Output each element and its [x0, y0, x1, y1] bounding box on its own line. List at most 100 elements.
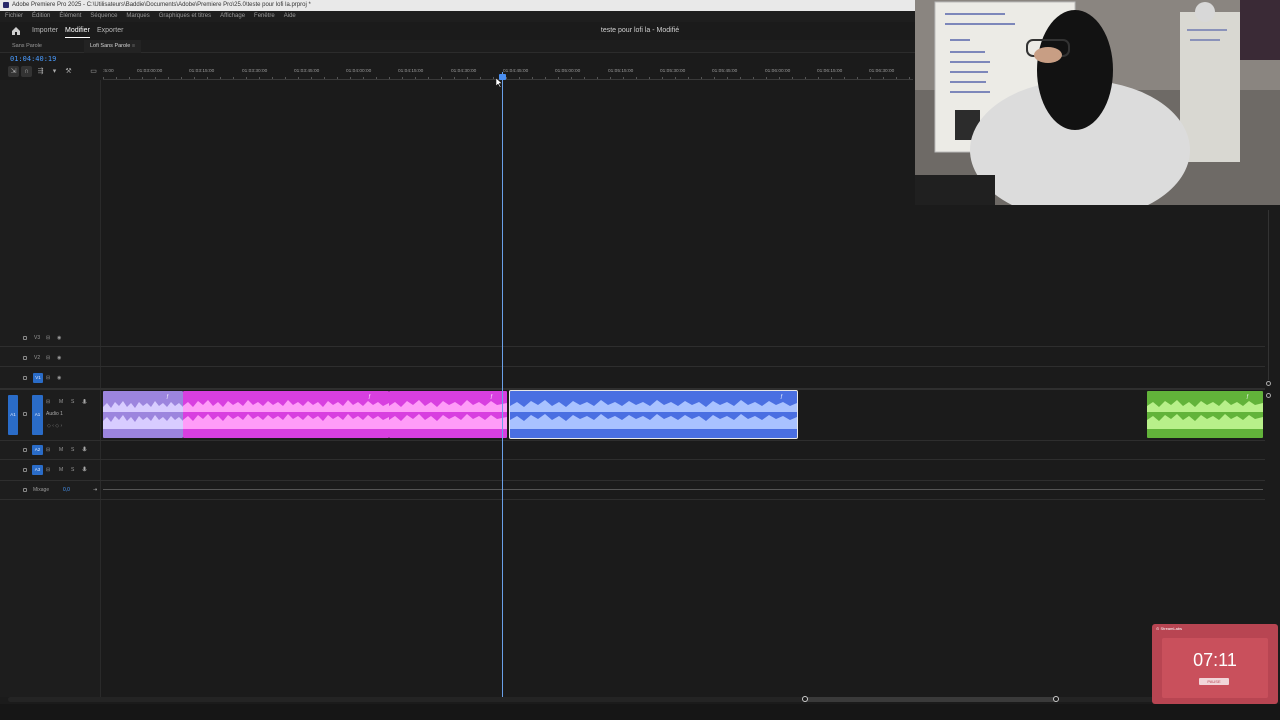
time-ruler[interactable]: :5:00 01:03:00:00 01:03:15:00 01:03:30:0… [103, 66, 913, 80]
audio-clip-lavender[interactable]: ƒ [103, 391, 183, 438]
sync-lock-icon[interactable]: ⊟ [46, 355, 50, 361]
ruler-label: :5:00 [103, 69, 114, 74]
sequence-tab-label: Sans Parole [12, 43, 42, 49]
scroll-zoom-handle-right[interactable] [1053, 696, 1059, 702]
ruler-label: 01:06:30:00 [869, 69, 895, 74]
mute-button[interactable]: M [59, 467, 63, 473]
ruler-label: 01:03:00:00 [137, 69, 163, 74]
timeline-tools: ⇲ ∩ ⇶ ▾ ⚒ ▭ [8, 66, 100, 78]
sequence-tab-label: Lofi Sans Parole [90, 43, 131, 49]
lock-icon[interactable] [23, 488, 27, 492]
mute-button[interactable]: M [59, 447, 63, 453]
eye-icon[interactable]: ◉ [57, 355, 61, 361]
captions-icon[interactable]: ▭ [88, 66, 99, 77]
fx-icon[interactable]: ƒ [490, 394, 493, 400]
tab-exporter[interactable]: Exporter [97, 22, 123, 40]
lock-icon[interactable] [23, 467, 27, 472]
sync-lock-icon[interactable]: ⊟ [46, 399, 50, 405]
scrollbar-thumb[interactable] [804, 697, 1056, 702]
track-name[interactable]: V1 [33, 372, 43, 383]
playhead-timecode[interactable]: 01:04:40:19 [10, 55, 56, 63]
menu-graphiques[interactable]: Graphiques et titres [159, 11, 211, 22]
solo-button[interactable]: S [71, 447, 74, 453]
track-target-a1[interactable]: A1 [32, 395, 43, 435]
ruler-label: 01:03:45:00 [294, 69, 320, 74]
lock-icon[interactable] [23, 447, 27, 452]
timer-pause-button[interactable]: PAUSE [1199, 678, 1229, 685]
sequence-tab-lofi-sans-parole[interactable]: Lofi Sans Parole ≡ [84, 40, 142, 53]
audio-clip-blue[interactable]: ƒ [509, 390, 798, 439]
mute-button[interactable]: M [59, 399, 63, 405]
mic-icon[interactable] [82, 466, 87, 473]
mic-icon[interactable] [82, 446, 87, 453]
fx-icon[interactable]: ƒ [780, 394, 783, 400]
menu-marques[interactable]: Marques [126, 11, 149, 22]
lock-icon[interactable] [23, 355, 27, 360]
lock-icon[interactable] [23, 375, 27, 380]
playhead-line[interactable] [502, 72, 503, 697]
sequence-tab-sans-parole[interactable]: Sans Parole [6, 40, 48, 53]
waveform [183, 400, 389, 429]
track-name[interactable]: A2 [32, 444, 43, 455]
mic-icon[interactable] [82, 399, 87, 406]
waveform [510, 400, 797, 429]
linked-selection-icon[interactable]: ⇶ [35, 66, 46, 77]
webcam-overlay [915, 0, 1280, 205]
fx-icon[interactable]: ƒ [166, 394, 169, 400]
vertical-zoom-handle-bottom[interactable] [1266, 393, 1271, 398]
solo-button[interactable]: S [71, 467, 74, 473]
audio-clip-green[interactable]: ƒ [1147, 391, 1263, 438]
menu-edition[interactable]: Édition [32, 11, 50, 22]
scroll-zoom-handle-left[interactable] [802, 696, 808, 702]
fx-icon[interactable]: ƒ [368, 394, 371, 400]
menu-affichage[interactable]: Affichage [220, 11, 245, 22]
track-name: V3 [34, 334, 41, 341]
mouse-cursor-icon [496, 78, 503, 88]
lock-icon[interactable] [23, 335, 27, 340]
close-icon[interactable]: ≡ [132, 43, 135, 49]
keyframe-nav-icon[interactable]: ◇ ‹ ◇ › [47, 423, 62, 429]
menu-fichier[interactable]: Fichier [5, 11, 23, 22]
video-audio-divider[interactable] [0, 388, 1265, 390]
lock-icon[interactable] [23, 412, 27, 416]
track-label: Audio 1 [46, 411, 63, 417]
ruler-label: 01:04:15:00 [398, 69, 424, 74]
track-header-v1: V1 ⊟ ◉ [0, 370, 100, 385]
track-name: V2 [34, 354, 41, 361]
timer-time: 07:11 [1193, 650, 1237, 670]
menu-aide[interactable]: Aide [284, 11, 296, 22]
mix-label: Mixage [33, 487, 50, 493]
eye-icon[interactable]: ◉ [57, 375, 61, 381]
sync-lock-icon[interactable]: ⊟ [46, 447, 50, 453]
wrench-icon[interactable]: ⚒ [63, 66, 74, 77]
vertical-zoom-handle-top[interactable] [1266, 381, 1271, 386]
track-header-a2: A2 ⊟ M S [0, 442, 100, 457]
horizontal-scrollbar[interactable] [8, 696, 1263, 702]
vertical-scrollbar[interactable] [1268, 210, 1269, 380]
menu-sequence[interactable]: Séquence [90, 11, 117, 22]
tab-modifier[interactable]: Modifier [65, 22, 90, 40]
menu-element[interactable]: Élément [59, 11, 81, 22]
fx-icon[interactable]: ƒ [1246, 394, 1249, 400]
eye-icon[interactable]: ◉ [57, 335, 61, 341]
menu-fenetre[interactable]: Fenêtre [254, 11, 275, 22]
skip-to-end-icon[interactable]: ⇥ [93, 487, 97, 493]
tab-importer[interactable]: Importer [32, 22, 58, 40]
sync-lock-icon[interactable]: ⊟ [46, 467, 50, 473]
audio-clip-magenta-1[interactable]: ƒ [183, 391, 389, 438]
marker-icon[interactable]: ▾ [49, 66, 60, 77]
solo-button[interactable]: S [71, 399, 74, 405]
track-v1: V1 ⊟ ◉ [0, 370, 1265, 385]
audio-clip-magenta-2[interactable]: ƒ [389, 391, 507, 438]
track-name[interactable]: A3 [32, 464, 43, 475]
sync-lock-icon[interactable]: ⊟ [46, 335, 50, 341]
magnet-icon[interactable]: ∩ [21, 66, 32, 77]
mix-volume[interactable]: 0,0 [63, 487, 70, 493]
waveform [103, 401, 183, 429]
ruler-label: 01:05:30:00 [660, 69, 686, 74]
sync-lock-icon[interactable]: ⊟ [46, 375, 50, 381]
ruler-label: 01:06:00:00 [765, 69, 791, 74]
insert-sequence-icon[interactable]: ⇲ [8, 66, 19, 77]
home-icon[interactable] [11, 26, 21, 36]
source-patch-a1[interactable]: A1 [8, 395, 18, 435]
